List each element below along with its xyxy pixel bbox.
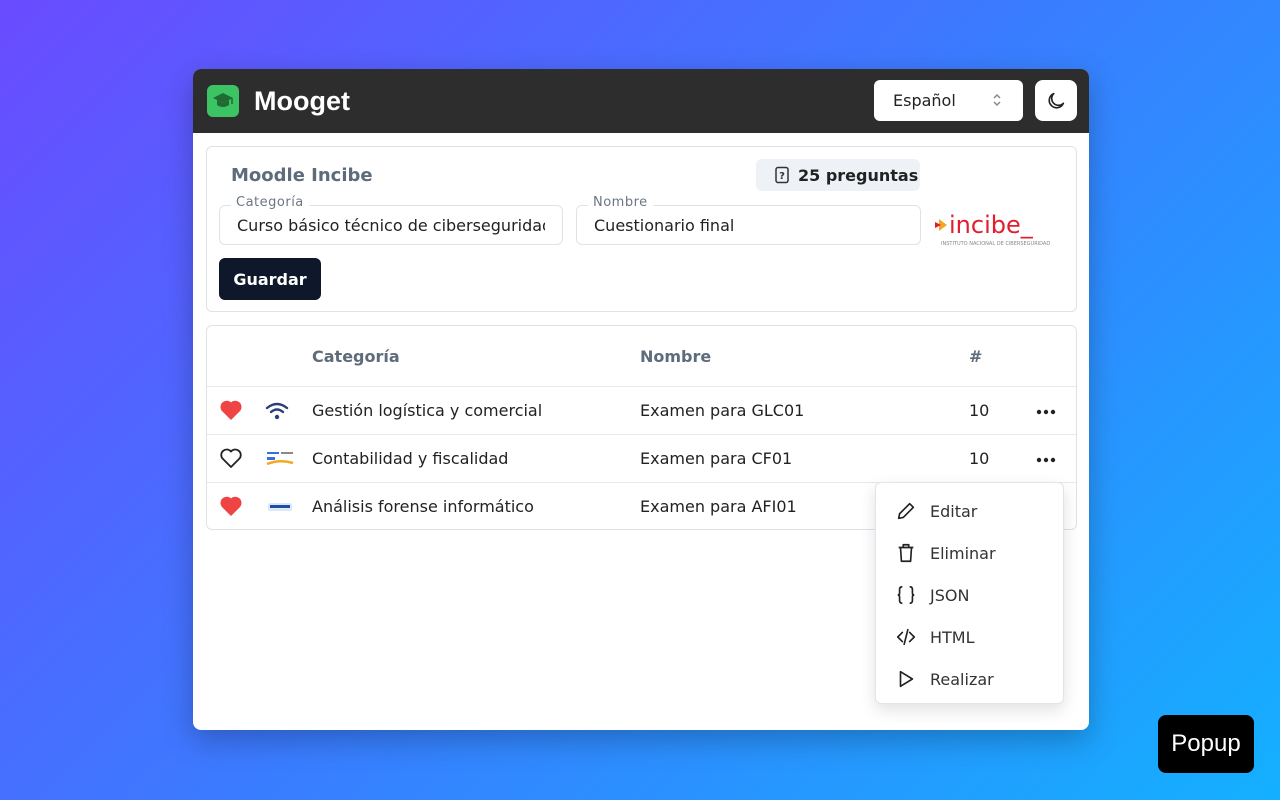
svg-text:incibe_: incibe_ <box>949 211 1034 239</box>
menu-item-label: Editar <box>930 501 978 521</box>
row-count: 10 <box>969 449 990 468</box>
menu-item-html[interactable]: HTML <box>894 625 975 649</box>
question-file-icon: ? <box>775 166 789 184</box>
name-input[interactable] <box>577 206 920 244</box>
category-input[interactable] <box>220 206 562 244</box>
incibe-logo: incibe_ INSTITUTO NACIONAL DE CIBERSEGUR… <box>935 211 1050 247</box>
popup-label-tag: Popup <box>1158 715 1254 773</box>
play-icon <box>894 667 918 691</box>
row-category: Gestión logística y comercial <box>312 401 543 420</box>
chevron-updown-icon <box>993 93 1001 107</box>
theme-toggle-button[interactable] <box>1035 80 1077 121</box>
menu-item-editar[interactable]: Editar <box>894 499 977 523</box>
save-button[interactable]: Guardar <box>219 258 321 300</box>
app-title: Mooget <box>254 85 350 116</box>
question-count-badge: ? 25 preguntas <box>756 159 920 191</box>
row-name: Examen para GLC01 <box>640 401 805 420</box>
pencil-icon <box>894 499 918 523</box>
language-select[interactable]: Español <box>874 80 1023 121</box>
menu-item-label: Eliminar <box>930 543 996 563</box>
menu-item-realizar[interactable]: Realizar <box>894 667 994 691</box>
graduation-cap-icon <box>213 93 233 107</box>
language-value: Español <box>893 91 956 110</box>
row-category: Análisis forense informático <box>312 497 534 516</box>
moon-icon <box>1048 92 1065 109</box>
menu-item-label: HTML <box>930 627 975 647</box>
table-row[interactable]: Gestión logística y comercial Examen par… <box>207 387 1076 435</box>
svg-text:?: ? <box>779 171 785 182</box>
menu-item-eliminar[interactable]: Eliminar <box>894 541 996 565</box>
heart-outline-icon[interactable] <box>219 447 243 469</box>
table-header: Categoría Nombre # <box>207 326 1076 387</box>
app-logo <box>207 85 239 117</box>
more-options-icon[interactable] <box>1036 409 1056 415</box>
heart-filled-icon[interactable] <box>219 399 243 421</box>
table-row[interactable]: Contabilidad y fiscalidad Examen para CF… <box>207 435 1076 483</box>
svg-text:INSTITUTO NACIONAL DE CIBERSEG: INSTITUTO NACIONAL DE CIBERSEGURIDAD <box>941 241 1050 247</box>
menu-item-json[interactable]: JSON <box>894 583 969 607</box>
quiz-form-card: Moodle Incibe ? 25 preguntas Categoría N… <box>206 146 1077 312</box>
row-actions-menu: Editar Eliminar JSON HTML Realizar <box>875 482 1064 704</box>
header-name: Nombre <box>640 347 712 366</box>
code-icon <box>894 625 918 649</box>
menu-item-label: JSON <box>930 585 970 605</box>
braces-icon <box>894 583 918 607</box>
trash-icon <box>894 541 918 565</box>
row-category: Contabilidad y fiscalidad <box>312 449 509 468</box>
menu-item-label: Realizar <box>930 669 994 689</box>
header-count: # <box>969 347 983 366</box>
name-field: Nombre <box>576 195 921 245</box>
heart-filled-icon[interactable] <box>219 495 243 517</box>
question-count-text: 25 preguntas <box>798 165 919 185</box>
wifi-icon <box>265 402 289 420</box>
row-count: 10 <box>969 401 990 420</box>
course-logo-icon <box>268 503 292 511</box>
row-name: Examen para AFI01 <box>640 497 797 516</box>
more-options-icon[interactable] <box>1036 457 1056 463</box>
header-category: Categoría <box>312 347 400 366</box>
course-logo-icon <box>266 452 294 466</box>
header-bar: Mooget Español <box>193 69 1089 133</box>
source-title: Moodle Incibe <box>231 165 373 186</box>
row-name: Examen para CF01 <box>640 449 793 468</box>
category-field: Categoría <box>219 195 563 245</box>
